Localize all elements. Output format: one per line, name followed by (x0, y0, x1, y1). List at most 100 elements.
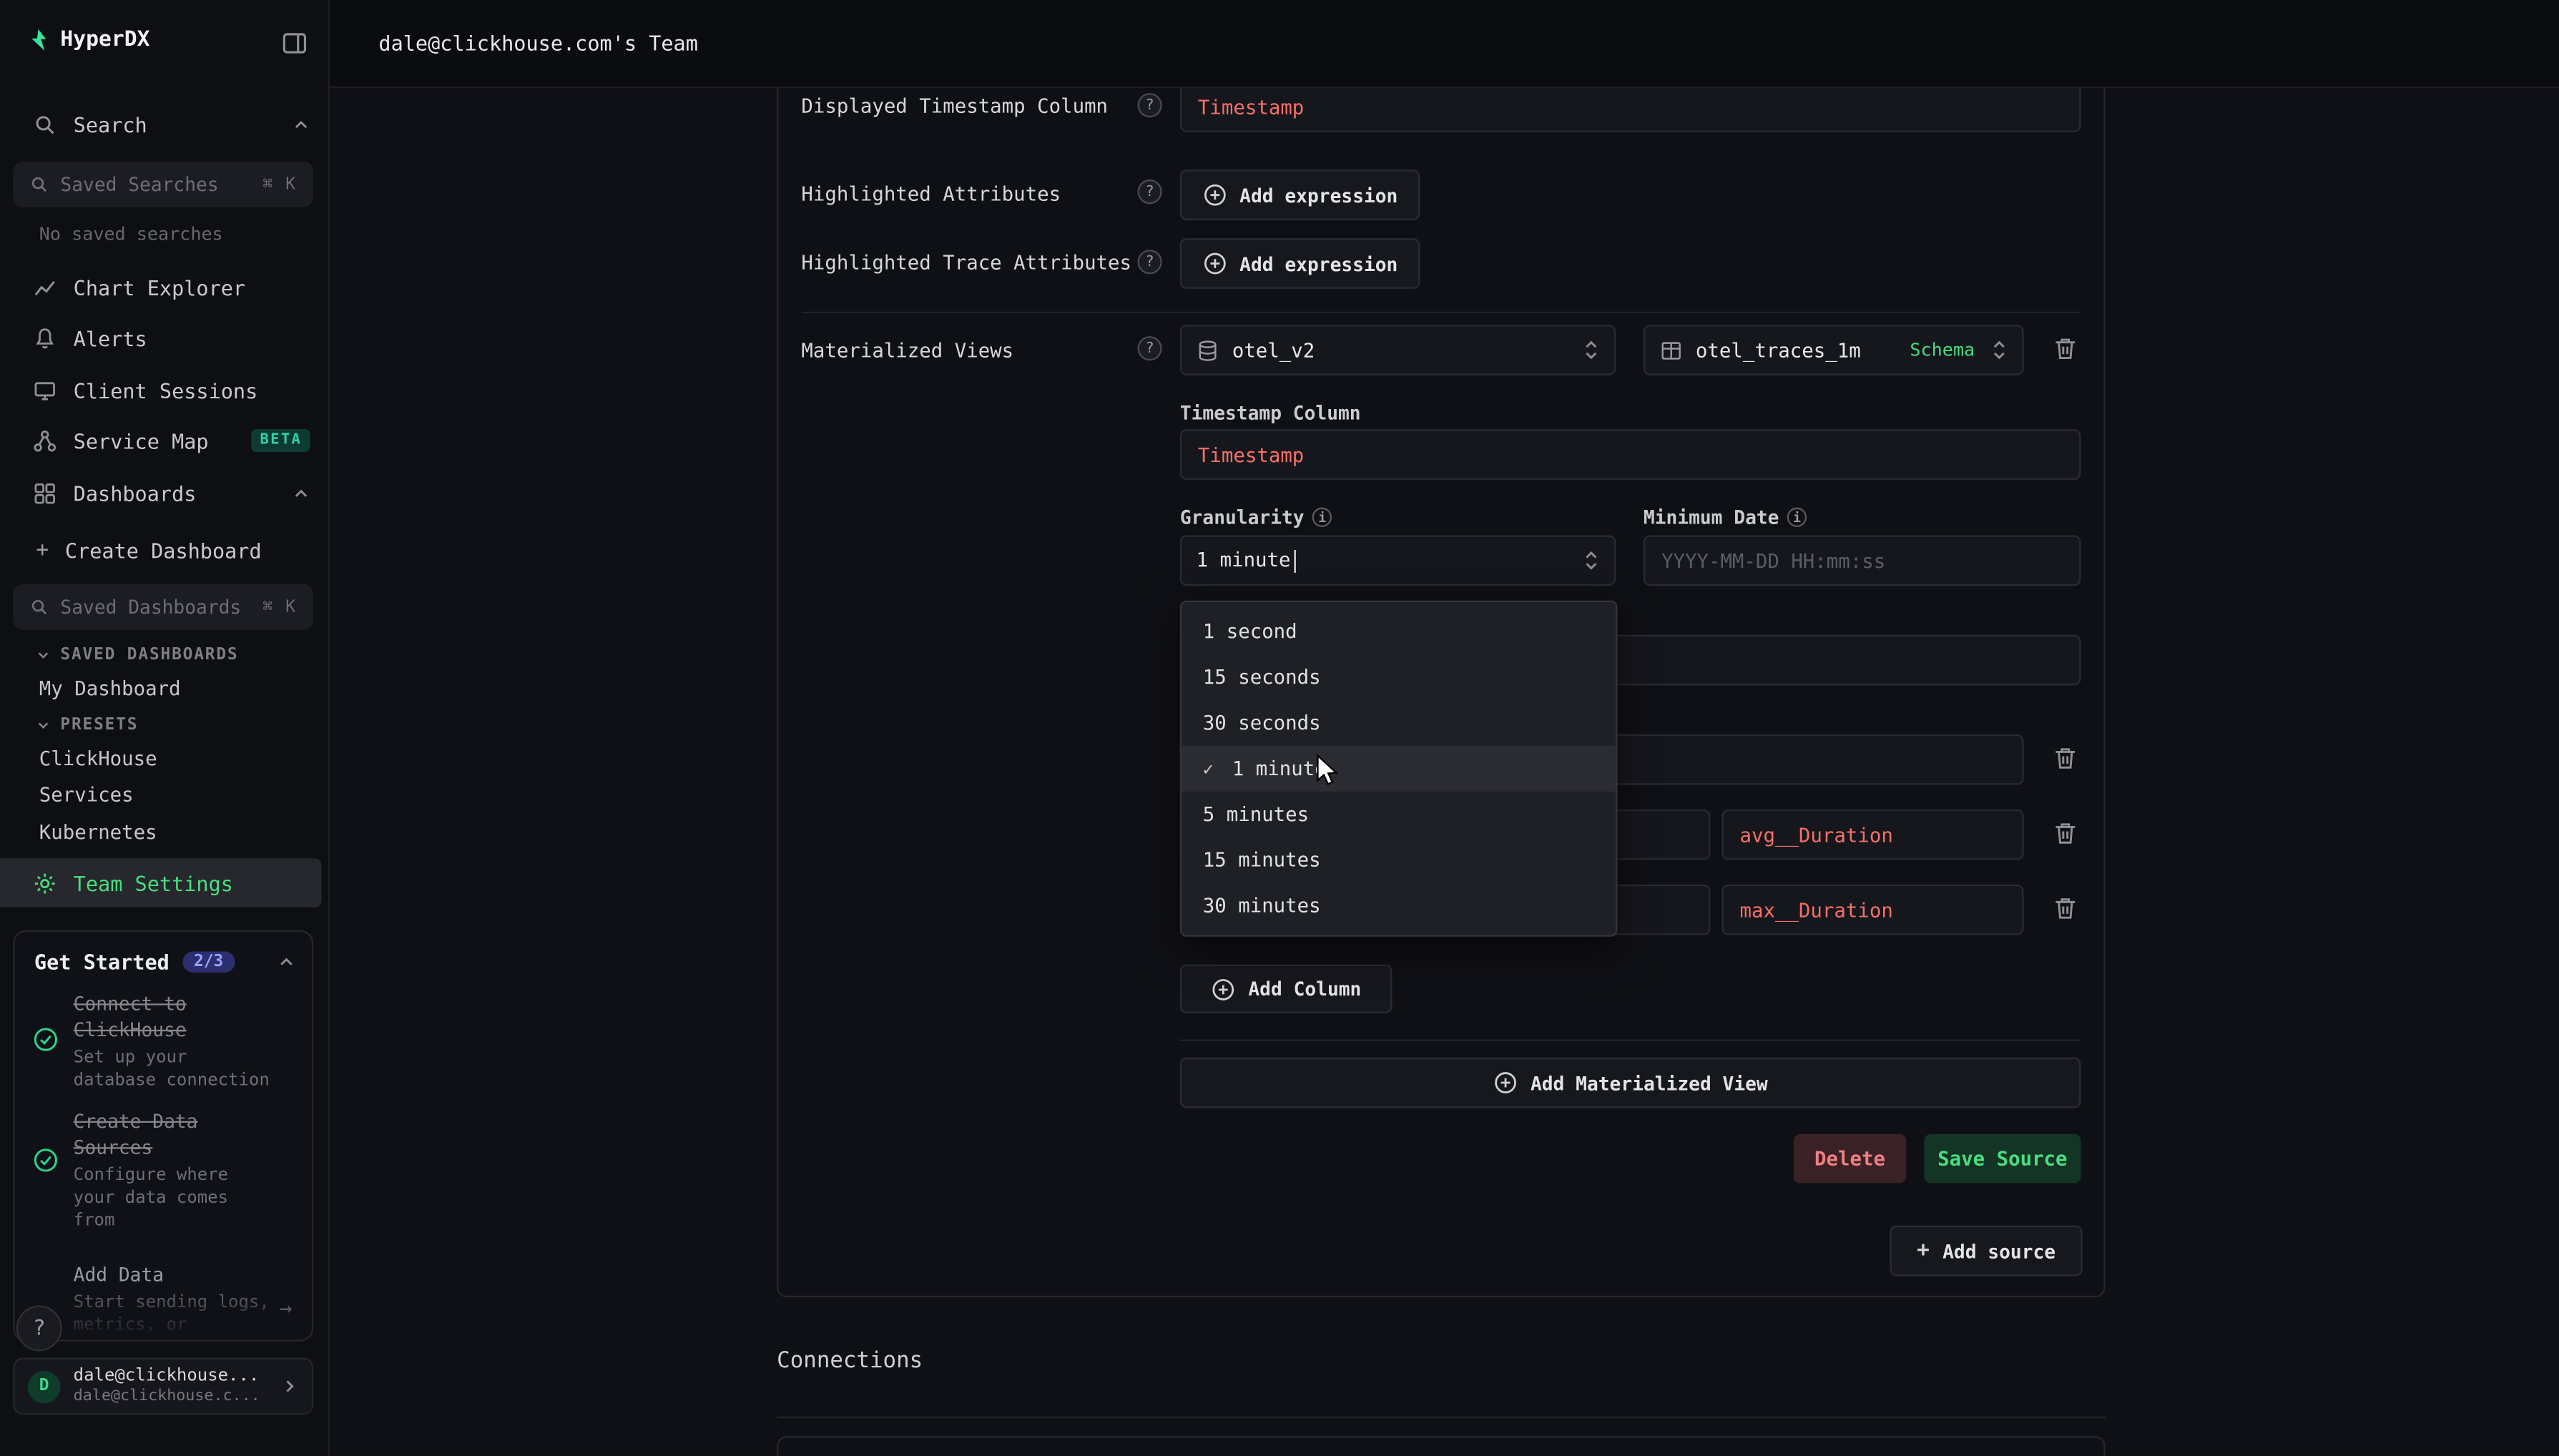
chevron-up-icon[interactable] (292, 115, 310, 133)
add-column-button[interactable]: Add Column (1180, 965, 1393, 1013)
get-started-step-add-data[interactable]: Add Data Start sending logs, metrics, or (31, 1261, 298, 1337)
saved-dashboards-section[interactable]: SAVED DASHBOARDS (36, 646, 238, 664)
plus-circle-icon (1202, 251, 1227, 275)
sidebar-item-services[interactable]: Services (39, 783, 134, 806)
sidebar: HyperDX Search Saved Searches ⌘ K No sav… (0, 0, 330, 1455)
saved-dashboards-input[interactable]: Saved Dashboards ⌘ K (13, 584, 313, 630)
granularity-select[interactable]: 1 minute (1180, 535, 1616, 586)
delete-view-icon[interactable] (2051, 335, 2081, 364)
view-select[interactable]: otel_v2 (1180, 325, 1616, 375)
dropdown-option[interactable]: 1 second (1182, 609, 1616, 654)
shortcut-hint: ⌘ K (262, 598, 297, 616)
delete-column-icon[interactable] (2051, 820, 2081, 849)
step-title: Connect to ClickHouse (74, 990, 276, 1043)
progress-badge: 2/3 (182, 951, 235, 973)
chevrons-updown-icon (1583, 546, 1599, 574)
dropdown-option[interactable]: 30 minutes (1182, 883, 1616, 929)
section-divider (777, 1417, 2105, 1418)
help-icon[interactable]: ? (1137, 93, 1161, 117)
sidebar-item-team-settings[interactable]: Team Settings (0, 858, 322, 907)
text-caret (1294, 549, 1296, 572)
team-settings-label: Team Settings (74, 870, 233, 895)
dropdown-option[interactable]: 5 minutes (1182, 792, 1616, 837)
sidebar-item-my-dashboard[interactable]: My Dashboard (39, 677, 181, 700)
info-icon[interactable]: i (1312, 508, 1332, 527)
info-icon[interactable]: i (1787, 508, 1807, 527)
chevron-up-icon[interactable] (277, 953, 295, 971)
displayed-timestamp-input[interactable] (1180, 88, 2081, 132)
column-expression-input[interactable] (1721, 885, 2023, 935)
arrow-right-icon: → (280, 1297, 293, 1322)
save-source-button[interactable]: Save Source (1924, 1134, 2081, 1183)
sidebar-collapse-icon[interactable] (280, 29, 308, 57)
schema-link[interactable]: Schema (1910, 340, 1975, 361)
check-circle-icon (33, 1026, 59, 1053)
table-select[interactable]: otel_traces_1m Schema (1644, 325, 2024, 375)
sidebar-item-service-map[interactable]: Service Map BETA (0, 416, 330, 465)
add-expression-button[interactable]: Add expression (1180, 169, 1420, 220)
help-icon[interactable]: ? (1137, 336, 1161, 360)
dropdown-option[interactable]: 15 seconds (1182, 654, 1616, 700)
get-started-step-sources[interactable]: Create Data Sources Configure where your… (31, 1108, 298, 1231)
main-content: Displayed Timestamp Column ? Highlighted… (330, 88, 2559, 1455)
no-saved-searches-text: No saved searches (39, 224, 223, 245)
presets-section[interactable]: PRESETS (36, 717, 138, 734)
create-dashboard-button[interactable]: + Create Dashboard (0, 526, 330, 574)
get-started-panel: Get Started 2/3 Connect to ClickHouse Se… (13, 930, 313, 1342)
user-name: dale@clickhouse... (74, 1366, 260, 1387)
help-button[interactable]: ? (16, 1306, 62, 1352)
saved-searches-input[interactable]: Saved Searches ⌘ K (13, 162, 313, 207)
add-expression-button[interactable]: Add expression (1180, 238, 1420, 289)
hyperdx-logo (26, 28, 51, 52)
plus-circle-icon (1202, 183, 1227, 207)
brand: HyperDX (26, 28, 150, 52)
dropdown-option[interactable]: 30 seconds (1182, 700, 1616, 746)
sidebar-item-alerts[interactable]: Alerts (0, 313, 330, 362)
sidebar-item-client-sessions[interactable]: Client Sessions (0, 365, 330, 414)
chevron-down-icon (36, 648, 51, 663)
highlighted-trace-label: Highlighted Trace Attributes (801, 251, 1131, 274)
add-source-button[interactable]: + Add source (1890, 1226, 2082, 1277)
highlighted-attributes-label: Highlighted Attributes (801, 183, 1061, 206)
brand-name: HyperDX (60, 28, 149, 52)
displayed-timestamp-label: Displayed Timestamp Column (801, 94, 1108, 117)
plus-icon: + (1917, 1239, 1930, 1263)
sidebar-item-chart-explorer[interactable]: Chart Explorer (0, 262, 330, 311)
help-icon[interactable]: ? (1137, 250, 1161, 274)
step-title: Add Data (74, 1261, 276, 1288)
delete-column-icon[interactable] (2051, 894, 2081, 923)
sidebar-item-dashboards[interactable]: Dashboards (0, 468, 330, 517)
delete-button[interactable]: Delete (1794, 1134, 1906, 1183)
chevron-up-icon[interactable] (292, 484, 310, 502)
delete-column-icon[interactable] (2051, 744, 2081, 774)
section-divider (1180, 1040, 2081, 1041)
timestamp-column-input[interactable] (1180, 429, 2081, 480)
create-dashboard-label: Create Dashboard (65, 538, 262, 562)
add-materialized-view-button[interactable]: Add Materialized View (1180, 1058, 2081, 1108)
sidebar-item-clickhouse[interactable]: ClickHouse (39, 747, 157, 770)
saved-dashboards-placeholder: Saved Dashboards (60, 596, 251, 619)
plus-circle-icon (1493, 1071, 1517, 1095)
dropdown-option[interactable]: 15 minutes (1182, 837, 1616, 883)
step-desc: Configure where your data comes from (74, 1164, 276, 1232)
minimum-date-input[interactable] (1644, 535, 2081, 586)
sidebar-item-kubernetes[interactable]: Kubernetes (39, 821, 157, 844)
sidebar-item-search[interactable]: Search (0, 99, 330, 148)
topbar: dale@clickhouse.com's Team (330, 0, 2559, 88)
step-title: Create Data Sources (74, 1108, 276, 1160)
user-email: dale@clickhouse.c... (74, 1387, 260, 1407)
saved-searches-placeholder: Saved Searches (60, 173, 251, 196)
user-menu[interactable]: D dale@clickhouse... dale@clickhouse.c..… (13, 1358, 313, 1415)
bell-icon (33, 325, 57, 350)
plus-circle-icon (1211, 977, 1235, 1001)
beta-badge: BETA (252, 429, 310, 452)
view-select-value: otel_v2 (1232, 338, 1570, 361)
column-expression-input[interactable] (1721, 810, 2023, 860)
get-started-step-connect[interactable]: Connect to ClickHouse Set up your databa… (31, 990, 298, 1091)
dropdown-option-selected[interactable]: ✓ 1 minute (1182, 746, 1616, 792)
granularity-label: Granularity i (1180, 506, 1332, 528)
search-icon (29, 597, 49, 616)
chevrons-updown-icon (1583, 336, 1599, 364)
search-icon (33, 112, 57, 136)
help-icon[interactable]: ? (1137, 179, 1161, 204)
